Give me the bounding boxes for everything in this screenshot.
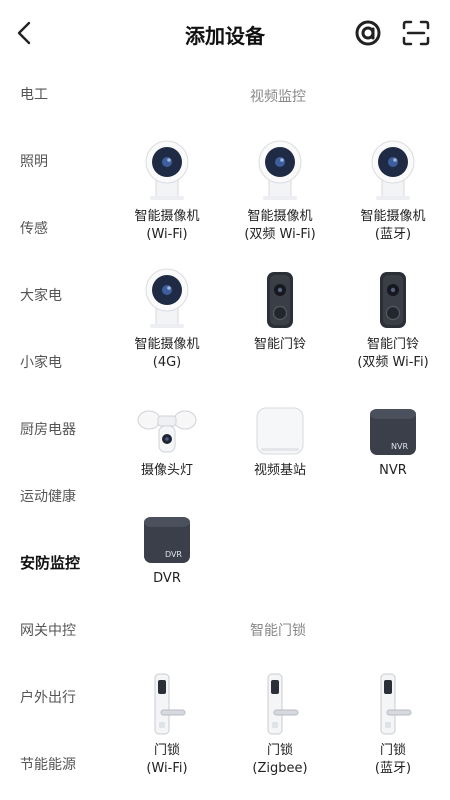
device-name: 门锁 <box>153 743 180 758</box>
device-lock-bluetooth[interactable]: 门锁 (蓝牙) <box>336 672 450 778</box>
sidebar-item-energy[interactable]: 节能能源 <box>20 754 76 774</box>
section-title-smart-lock: 智能门锁 <box>250 623 306 639</box>
door-lock-icon <box>336 672 450 736</box>
device-name: 智能摄像机 <box>134 337 200 352</box>
device-name: 智能门铃 <box>253 337 306 352</box>
dvr-badge: DVR <box>164 550 182 559</box>
device-name: 智能门铃 <box>366 337 419 352</box>
camera-icon <box>110 138 224 202</box>
device-name: 智能摄像机 <box>247 209 313 224</box>
device-name: 摄像头灯 <box>140 463 193 478</box>
device-camera-4g[interactable]: 智能摄像机 (4G) <box>110 266 224 372</box>
device-name: 门锁 <box>266 743 293 758</box>
camera-icon <box>110 266 224 330</box>
sidebar-item-large-appliance[interactable]: 大家电 <box>20 285 62 305</box>
device-nvr[interactable]: NVR NVR <box>336 392 450 480</box>
device-dvr[interactable]: DVR DVR <box>110 500 224 588</box>
sidebar-item-electrician[interactable]: 电工 <box>20 84 48 104</box>
device-variant: (4G) <box>152 355 182 370</box>
nvr-icon: NVR <box>336 392 450 456</box>
device-variant: (Wi-Fi) <box>146 227 188 242</box>
device-camera-bluetooth[interactable]: 智能摄像机 (蓝牙) <box>336 138 450 244</box>
doorbell-icon <box>336 266 450 330</box>
sidebar-item-outdoor[interactable]: 户外出行 <box>20 687 76 707</box>
device-name: 视频基站 <box>253 463 306 478</box>
device-doorbell-dual-wifi[interactable]: 智能门铃 (双频 Wi-Fi) <box>336 266 450 372</box>
sidebar-item-small-appliance[interactable]: 小家电 <box>20 352 62 372</box>
device-name: NVR <box>379 463 407 478</box>
device-name: 智能摄像机 <box>134 209 200 224</box>
sidebar-item-gateway[interactable]: 网关中控 <box>20 620 76 640</box>
sidebar-item-sensor[interactable]: 传感 <box>20 218 48 238</box>
dvr-icon: DVR <box>110 500 224 564</box>
door-lock-icon <box>223 672 337 736</box>
device-base-station[interactable]: 视频基站 <box>223 392 337 480</box>
device-name: 智能摄像机 <box>360 209 426 224</box>
device-floodlight-camera[interactable]: 摄像头灯 <box>110 392 224 480</box>
device-variant: (蓝牙) <box>374 761 412 776</box>
device-variant: (Wi-Fi) <box>146 761 188 776</box>
nvr-badge: NVR <box>390 442 408 451</box>
device-lock-wifi[interactable]: 门锁 (Wi-Fi) <box>110 672 224 778</box>
device-camera-dual-wifi[interactable]: 智能摄像机 (双频 Wi-Fi) <box>223 138 337 244</box>
device-name: 门锁 <box>379 743 406 758</box>
sidebar-item-kitchen[interactable]: 厨房电器 <box>20 419 76 439</box>
doorbell-icon <box>223 266 337 330</box>
device-variant: (Zigbee) <box>252 761 308 776</box>
base-station-icon <box>223 392 337 456</box>
device-grid: 视频监控 智能摄像机 (Wi-Fi) 智能摄像机 (双频 Wi-Fi) 智能摄像… <box>110 0 450 800</box>
sidebar-item-lighting[interactable]: 照明 <box>20 151 48 171</box>
floodlight-camera-icon <box>110 392 224 456</box>
sidebar-item-sports-health[interactable]: 运动健康 <box>20 486 76 506</box>
camera-icon <box>336 138 450 202</box>
device-camera-wifi[interactable]: 智能摄像机 (Wi-Fi) <box>110 138 224 244</box>
camera-icon <box>223 138 337 202</box>
device-doorbell[interactable]: 智能门铃 <box>223 266 337 354</box>
device-variant: (双频 Wi-Fi) <box>357 355 429 370</box>
sidebar-item-security[interactable]: 安防监控 <box>20 552 80 573</box>
door-lock-icon <box>110 672 224 736</box>
device-lock-zigbee[interactable]: 门锁 (Zigbee) <box>223 672 337 778</box>
device-variant: (蓝牙) <box>374 227 412 242</box>
device-name: DVR <box>153 571 181 586</box>
section-title-video: 视频监控 <box>250 89 306 105</box>
device-variant: (双频 Wi-Fi) <box>244 227 316 242</box>
